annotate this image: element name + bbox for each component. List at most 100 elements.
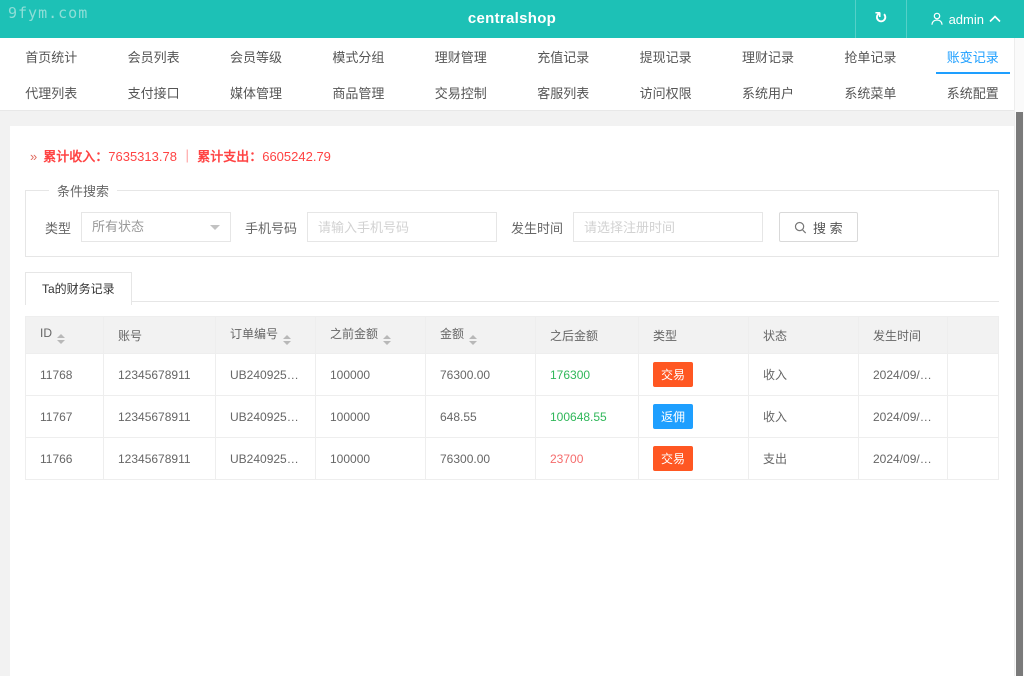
cell-time: 2024/09/25 10:26 [858, 395, 948, 438]
search-form: 类型 所有状态 手机号码 发生时间 搜 索 [41, 212, 983, 242]
cell-after-amount: 23700 [535, 437, 639, 480]
column-header-类型: 类型 [638, 316, 749, 354]
nav-item-访问权限[interactable]: 访问权限 [614, 74, 716, 110]
nav-item-媒体管理[interactable]: 媒体管理 [205, 74, 307, 110]
column-header-之后金额: 之后金额 [535, 316, 639, 354]
nav-item-商品管理[interactable]: 商品管理 [307, 74, 409, 110]
nav-item-系统用户[interactable]: 系统用户 [717, 74, 819, 110]
cell-time: 2024/09/25 10:26 [858, 437, 948, 480]
cell-before-amount: 100000 [315, 395, 426, 438]
nav-item-首页统计[interactable]: 首页统计 [0, 38, 102, 74]
nav-item-系统菜单[interactable]: 系统菜单 [819, 74, 921, 110]
cell-amount: 76300.00 [425, 437, 536, 480]
nav-item-交易控制[interactable]: 交易控制 [410, 74, 512, 110]
refresh-icon: ↻ [874, 10, 888, 27]
topbar-actions: ↻ admin [855, 0, 1024, 38]
cell-account: 12345678911 [103, 395, 216, 438]
cell-spacer [947, 353, 999, 396]
type-select[interactable]: 所有状态 [81, 212, 232, 242]
expense-value: 6605242.79 [262, 149, 331, 164]
income-value: 7635313.78 [108, 149, 177, 164]
type-label: 类型 [45, 220, 72, 236]
sort-icon[interactable] [469, 335, 478, 345]
column-header-ID[interactable]: ID [25, 316, 104, 354]
type-badge[interactable]: 返佣 [653, 404, 694, 429]
search-button-label: 搜 索 [813, 220, 843, 236]
nav-item-会员列表[interactable]: 会员列表 [102, 38, 204, 74]
nav-item-提现记录[interactable]: 提现记录 [614, 38, 716, 74]
phone-label: 手机号码 [245, 220, 298, 236]
table-row: 1176712345678911UB240925102614...1000006… [25, 395, 999, 438]
cell-spacer [947, 395, 999, 438]
tab-financial-records[interactable]: Ta的财务记录 [25, 272, 132, 305]
cell-status: 收入 [748, 353, 859, 396]
nav-item-理财管理[interactable]: 理财管理 [410, 38, 512, 74]
nav-item-代理列表[interactable]: 代理列表 [0, 74, 102, 110]
cell-order-no: UB240925102614... [215, 395, 316, 438]
scrollbar-track[interactable] [1014, 38, 1024, 676]
cell-id: 11768 [25, 353, 104, 396]
nav-item-账变记录[interactable]: 账变记录 [922, 38, 1024, 74]
cell-after-amount: 176300 [535, 353, 639, 396]
cell-type: 返佣 [638, 395, 749, 438]
table-empty-space [25, 480, 999, 676]
column-header-状态: 状态 [748, 316, 859, 354]
cell-account: 12345678911 [103, 353, 216, 396]
cell-before-amount: 100000 [315, 353, 426, 396]
totals-summary: » 累计收入：7635313.78 ｜ 累计支出：6605242.79 [25, 126, 999, 169]
cell-type: 交易 [638, 437, 749, 480]
cell-amount: 76300.00 [425, 353, 536, 396]
search-button[interactable]: 搜 索 [779, 212, 858, 242]
search-panel: 条件搜索 类型 所有状态 手机号码 发生时间 搜 索 [25, 181, 999, 257]
type-badge[interactable]: 交易 [653, 446, 694, 471]
cell-before-amount: 100000 [315, 437, 426, 480]
content-area: » 累计收入：7635313.78 ｜ 累计支出：6605242.79 条件搜索 … [0, 111, 1024, 676]
phone-input[interactable] [307, 212, 498, 242]
nav-item-模式分组[interactable]: 模式分组 [307, 38, 409, 74]
nav-item-系统配置[interactable]: 系统配置 [922, 74, 1024, 110]
cell-id: 11766 [25, 437, 104, 480]
cell-after-amount: 100648.55 [535, 395, 639, 438]
refresh-button[interactable]: ↻ [855, 0, 905, 38]
user-menu-button[interactable]: admin [905, 0, 1024, 38]
expense-label: 累计支出： [197, 149, 263, 164]
column-header-订单编号[interactable]: 订单编号 [215, 316, 316, 354]
cell-amount: 648.55 [425, 395, 536, 438]
user-icon [930, 12, 943, 25]
column-header-金额[interactable]: 金额 [425, 316, 536, 354]
content-card: » 累计收入：7635313.78 ｜ 累计支出：6605242.79 条件搜索 … [10, 126, 1014, 676]
cell-time: 2024/09/25 10:26 [858, 353, 948, 396]
column-header-之前金额[interactable]: 之前金额 [315, 316, 426, 354]
sort-icon[interactable] [57, 334, 65, 344]
cell-status: 支出 [748, 437, 859, 480]
income-label: 累计收入： [43, 149, 109, 164]
stats-separator: ｜ [180, 149, 194, 164]
chevron-up-icon [989, 15, 1001, 23]
nav-item-充值记录[interactable]: 充值记录 [512, 38, 614, 74]
table-header-row: ID 账号 订单编号 之前金额 金额 之后金额 类型 状态 发生时间 [25, 316, 999, 354]
search-panel-legend: 条件搜索 [57, 184, 110, 199]
column-header-spacer [947, 316, 999, 354]
scrollbar-thumb[interactable] [1016, 112, 1023, 676]
main-navigation: 首页统计 会员列表 会员等级 模式分组 理财管理 充值记录 提现记录 理财记录 抢单记录 账变记录… [0, 38, 1024, 111]
time-input[interactable] [573, 212, 764, 242]
nav-row-2: 代理列表 支付接口 媒体管理 商品管理 交易控制 客服列表 访问权限 系统用户 系统菜单 系统配置 [0, 74, 1024, 110]
nav-row-1: 首页统计 会员列表 会员等级 模式分组 理财管理 充值记录 提现记录 理财记录 抢单记录 账变记录 [0, 38, 1024, 74]
sort-icon[interactable] [283, 335, 292, 345]
cell-order-no: UB240925102614... [215, 437, 316, 480]
nav-item-客服列表[interactable]: 客服列表 [512, 74, 614, 110]
time-label: 发生时间 [511, 220, 564, 236]
cell-status: 收入 [748, 395, 859, 438]
search-icon [794, 221, 807, 233]
cell-type: 交易 [638, 353, 749, 396]
nav-item-理财记录[interactable]: 理财记录 [717, 38, 819, 74]
sort-icon[interactable] [383, 335, 392, 345]
nav-item-支付接口[interactable]: 支付接口 [102, 74, 204, 110]
nav-item-抢单记录[interactable]: 抢单记录 [819, 38, 921, 74]
table-row: 1176812345678911UB240925102614...1000007… [25, 353, 999, 396]
tab-bar: Ta的财务记录 [25, 271, 999, 305]
type-badge[interactable]: 交易 [653, 362, 694, 387]
cell-spacer [947, 437, 999, 480]
chevron-down-icon [210, 225, 221, 235]
nav-item-会员等级[interactable]: 会员等级 [205, 38, 307, 74]
